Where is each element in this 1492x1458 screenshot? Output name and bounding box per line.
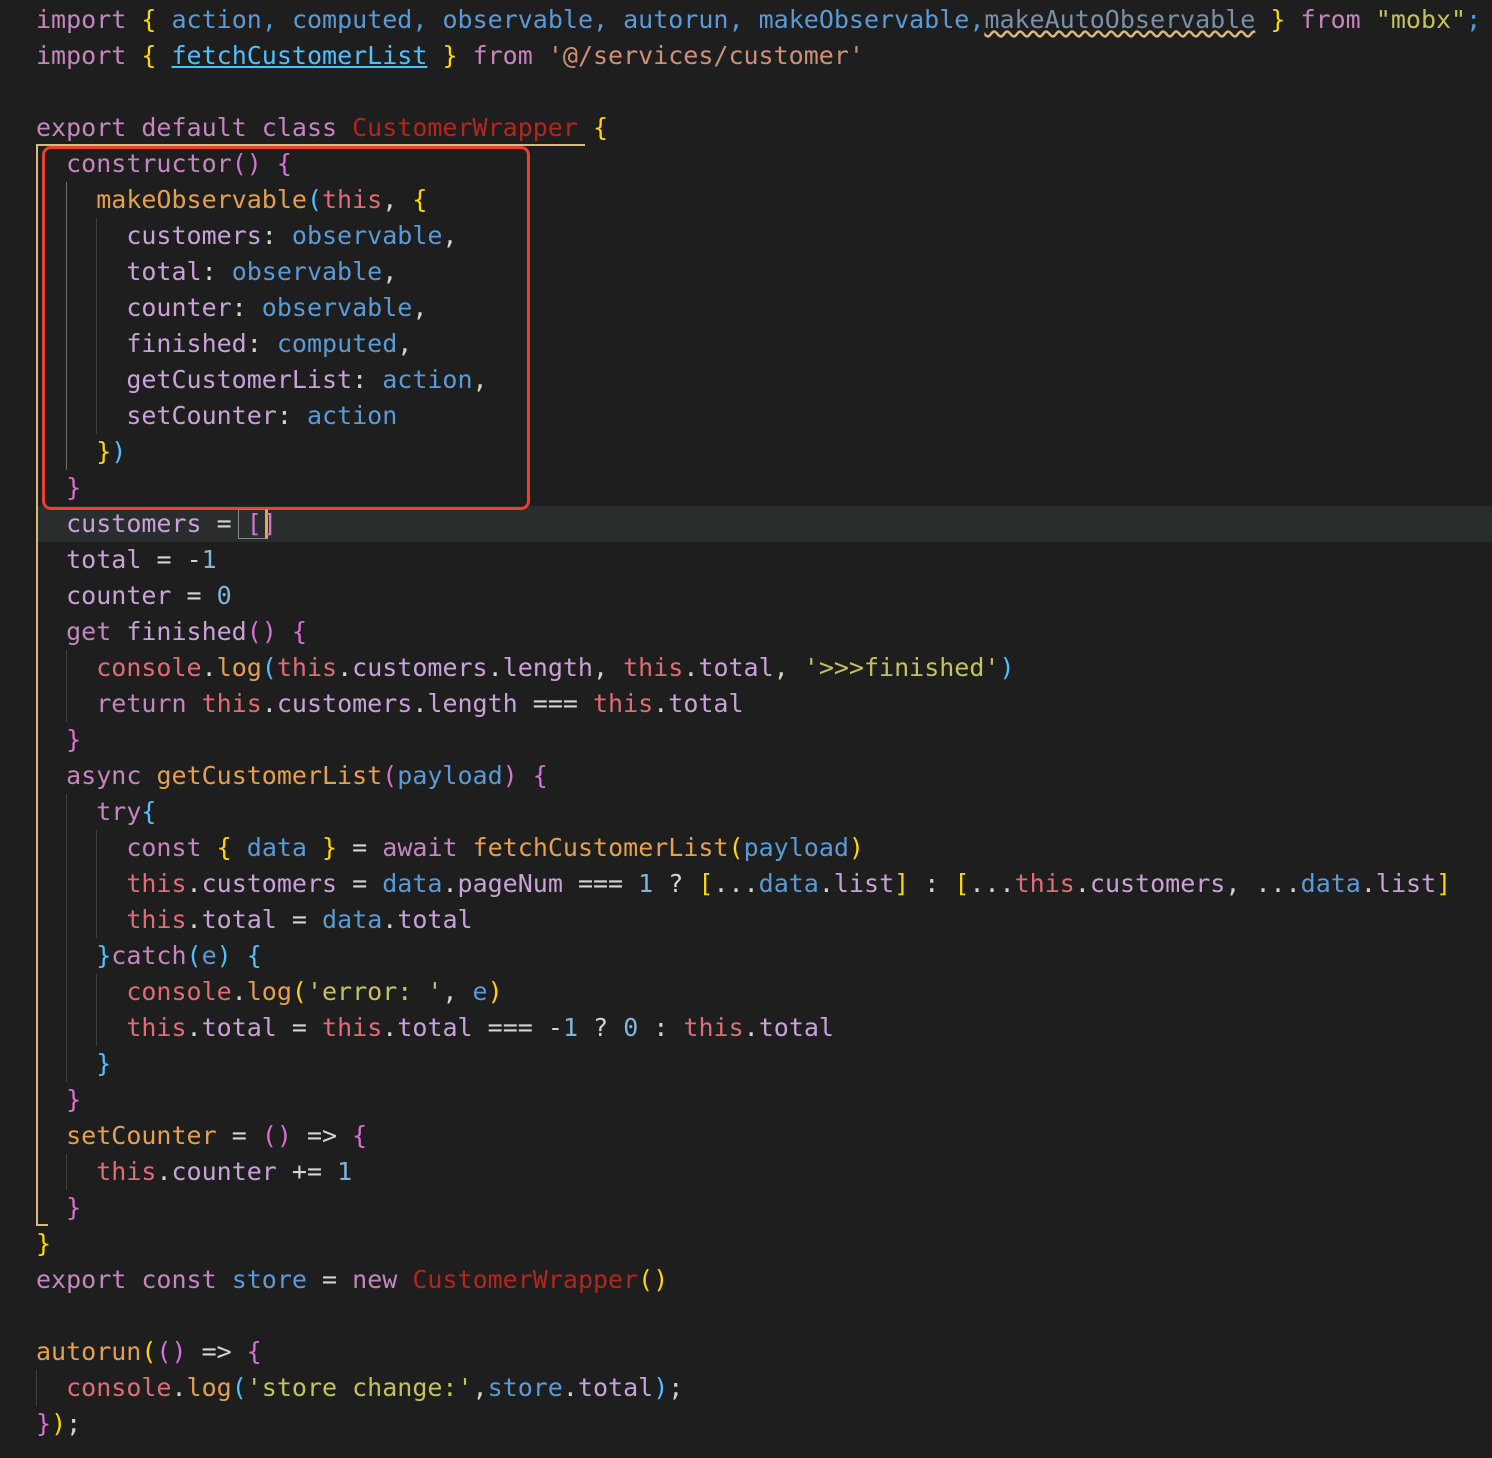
code-line[interactable]: this.total = this.total === -1 ? 0 : thi… — [36, 1010, 834, 1046]
code-line[interactable]: console.log('error: ', e) — [36, 974, 502, 1010]
code-line[interactable]: } — [36, 1082, 81, 1118]
code-line[interactable]: console.log(this.customers.length, this.… — [36, 650, 1014, 686]
code-editor[interactable]: import { action, computed, observable, a… — [0, 0, 1492, 1458]
code-line[interactable]: export const store = new CustomerWrapper… — [36, 1262, 668, 1298]
code-line[interactable]: }); — [36, 1406, 81, 1442]
code-line[interactable]: get finished() { — [36, 614, 307, 650]
code-line[interactable]: constructor() { — [36, 146, 292, 182]
code-line[interactable]: } — [36, 1190, 81, 1226]
code-line[interactable]: return this.customers.length === this.to… — [36, 686, 743, 722]
code-line[interactable]: const { data } = await fetchCustomerList… — [36, 830, 864, 866]
code-line[interactable]: finished: computed, — [36, 326, 412, 362]
code-line[interactable]: setCounter: action — [36, 398, 397, 434]
code-line[interactable]: export default class CustomerWrapper { — [36, 110, 608, 146]
code-line[interactable]: import { fetchCustomerList } from '@/ser… — [36, 38, 864, 74]
code-line[interactable]: total: observable, — [36, 254, 397, 290]
code-line[interactable]: getCustomerList: action, — [36, 362, 487, 398]
code-line[interactable]: } — [36, 1046, 111, 1082]
code-line[interactable]: this.customers = data.pageNum === 1 ? [.… — [36, 866, 1451, 902]
code-line[interactable]: this.total = data.total — [36, 902, 472, 938]
code-line[interactable]: import { action, computed, observable, a… — [36, 2, 1481, 38]
code-line[interactable]: autorun(() => { — [36, 1334, 262, 1370]
code-line[interactable]: counter: observable, — [36, 290, 427, 326]
code-line[interactable]: total = -1 — [36, 542, 217, 578]
code-line[interactable]: } — [36, 1226, 51, 1262]
code-line[interactable]: this.counter += 1 — [36, 1154, 352, 1190]
code-line[interactable]: async getCustomerList(payload) { — [36, 758, 548, 794]
code-line[interactable]: }catch(e) { — [36, 938, 262, 974]
code-line[interactable]: setCounter = () => { — [36, 1118, 367, 1154]
code-line[interactable]: }) — [36, 434, 126, 470]
code-line[interactable]: try{ — [36, 794, 156, 830]
code-line[interactable]: customers: observable, — [36, 218, 457, 254]
code-line[interactable]: console.log('store change:',store.total)… — [36, 1370, 683, 1406]
code-line[interactable]: } — [36, 722, 81, 758]
code-line[interactable]: makeObservable(this, { — [36, 182, 427, 218]
code-line[interactable]: } — [36, 470, 81, 506]
code-line[interactable]: customers = [] — [36, 506, 277, 542]
code-line[interactable]: counter = 0 — [36, 578, 232, 614]
